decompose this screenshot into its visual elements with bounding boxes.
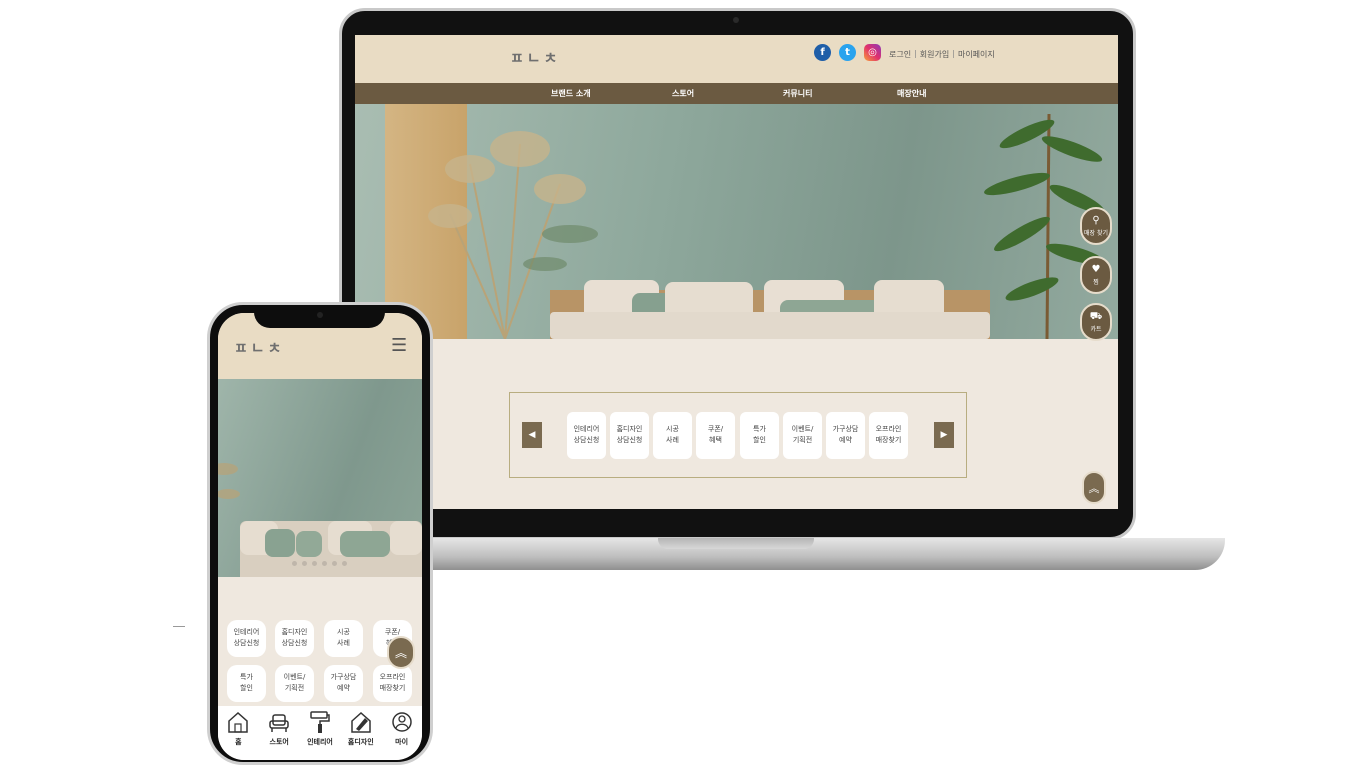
carousel-dot[interactable]	[332, 561, 337, 566]
cushion	[296, 531, 322, 557]
site-header: ㅍㄴㅊ f t ◎ 로그인 | 회원가입 | 마이페이지	[355, 35, 1118, 83]
laptop-camera	[733, 17, 739, 23]
mobile-tab-bar: 홈 스토어 인테리어 홈디자인 마이	[218, 706, 422, 760]
quick-menu-item[interactable]: 이벤트/ 기획전	[783, 412, 822, 459]
quick-menu-item[interactable]: 인테리어 상담신청	[227, 620, 266, 657]
home-icon	[228, 711, 249, 733]
quick-menu-item[interactable]: 시공 사례	[324, 620, 363, 657]
tab-store-label: 스토어	[269, 738, 289, 746]
twitter-icon[interactable]: t	[839, 44, 856, 61]
mobile-hero-banner	[218, 379, 422, 577]
carousel-dot[interactable]	[292, 561, 297, 566]
cushion	[265, 529, 295, 557]
mobile-site: ㅍㄴㅊ ☰ 인테리어 상담신청 홈디자인 상담신청 시공 사례 쿠폰/ 특가 할…	[218, 313, 422, 760]
double-chevron-up-icon: ︽	[394, 646, 407, 660]
heart-icon: ♥	[1091, 263, 1101, 275]
quick-menu-item[interactable]: 홈디자인 상담신청	[275, 620, 314, 657]
quick-menu-item[interactable]: 특가 할인	[227, 665, 266, 702]
signup-link[interactable]: 회원가입	[920, 49, 949, 60]
mobile-scroll-top-button[interactable]: ︽	[387, 636, 415, 669]
tab-home-design-label: 홈디자인	[347, 738, 374, 746]
main-nav: 브랜드 소개 스토어 커뮤니티 매장안내	[355, 83, 1118, 104]
cushion	[340, 531, 390, 557]
tab-home-label: 홈	[235, 738, 242, 746]
tab-my-label: 마이	[395, 738, 409, 746]
cart-button[interactable]: ⛟ 카트	[1080, 303, 1112, 341]
quick-menu-item[interactable]: 가구상담 예약	[324, 665, 363, 702]
carousel-dot[interactable]	[302, 561, 307, 566]
quick-menu-item[interactable]: 가구상담 예약	[826, 412, 865, 459]
quick-menu-item[interactable]: 쿠폰/ 혜택	[696, 412, 735, 459]
stray-mark	[173, 626, 185, 627]
carousel-dot[interactable]	[312, 561, 317, 566]
tab-interior[interactable]: 인테리어	[301, 710, 339, 760]
nav-item-stores[interactable]: 매장안내	[897, 88, 926, 99]
mypage-link[interactable]: 마이페이지	[958, 49, 995, 60]
tab-home[interactable]: 홈	[219, 710, 257, 760]
wishlist-button[interactable]: ♥ 찜	[1080, 256, 1112, 294]
map-pin-icon: ⚲	[1092, 214, 1100, 226]
carousel-dot[interactable]	[342, 561, 347, 566]
laptop-notch	[658, 538, 814, 549]
divider: |	[952, 49, 955, 58]
divider: |	[914, 49, 917, 58]
nav-item-store[interactable]: 스토어	[672, 88, 694, 99]
quick-menu-item[interactable]: 오프라인 매장찾기	[869, 412, 908, 459]
quick-menu-item[interactable]: 이벤트/ 기획전	[275, 665, 314, 702]
quick-menu-item[interactable]: 인테리어 상담신청	[567, 412, 606, 459]
scroll-top-button[interactable]: ︽	[1082, 471, 1106, 504]
mobile-logo[interactable]: ㅍㄴㅊ	[234, 337, 284, 358]
hero-banner	[355, 104, 1118, 339]
quick-menu-item[interactable]: 시공 사례	[653, 412, 692, 459]
sofa-seat	[550, 312, 990, 339]
carousel-dot[interactable]	[322, 561, 327, 566]
quick-menu-item[interactable]: 오프라인 매장찾기	[373, 665, 412, 702]
instagram-icon[interactable]: ◎	[864, 44, 881, 61]
double-chevron-up-icon: ︽	[1088, 481, 1100, 495]
tab-store[interactable]: 스토어	[260, 710, 298, 760]
tab-home-design[interactable]: 홈디자인	[342, 710, 380, 760]
armchair-icon	[269, 714, 289, 732]
social-links: f t ◎	[814, 44, 881, 61]
nav-item-community[interactable]: 커뮤니티	[783, 88, 812, 99]
tab-interior-label: 인테리어	[307, 738, 333, 746]
carousel-next-button[interactable]: ▶	[934, 422, 954, 448]
hamburger-menu-icon[interactable]: ☰	[391, 335, 407, 356]
quick-menu-carousel: ◀ 인테리어 상담신청 홈디자인 상담신청 시공 사례 쿠폰/ 혜택 특가 할인…	[509, 392, 967, 478]
find-store-label: 매장 찾기	[1084, 229, 1108, 237]
facebook-icon[interactable]: f	[814, 44, 831, 61]
nav-item-brand[interactable]: 브랜드 소개	[551, 88, 591, 99]
quick-menu-item[interactable]: 특가 할인	[740, 412, 779, 459]
cushion	[390, 521, 422, 555]
find-store-button[interactable]: ⚲ 매장 찾기	[1080, 207, 1112, 245]
desktop-site: ㅍㄴㅊ f t ◎ 로그인 | 회원가입 | 마이페이지 브랜드 소개 스토어 …	[355, 35, 1118, 509]
phone-camera	[317, 312, 323, 318]
utility-links: 로그인 | 회원가입 | 마이페이지	[889, 49, 995, 60]
user-icon	[391, 712, 412, 732]
cart-icon: ⛟	[1089, 310, 1103, 322]
plant-image	[218, 463, 240, 499]
carousel-prev-button[interactable]: ◀	[522, 422, 542, 448]
site-logo[interactable]: ㅍㄴㅊ	[510, 47, 560, 68]
carousel-dots	[292, 561, 347, 566]
wishlist-label: 찜	[1093, 278, 1099, 286]
quick-menu-item[interactable]: 홈디자인 상담신청	[610, 412, 649, 459]
login-link[interactable]: 로그인	[889, 49, 911, 60]
paint-roller-icon	[310, 711, 330, 733]
house-pencil-icon	[351, 711, 371, 733]
cart-label: 카트	[1090, 325, 1102, 333]
tab-my[interactable]: 마이	[383, 710, 421, 760]
device-mockup: ㅍㄴㅊ f t ◎ 로그인 | 회원가입 | 마이페이지 브랜드 소개 스토어 …	[0, 0, 1366, 768]
